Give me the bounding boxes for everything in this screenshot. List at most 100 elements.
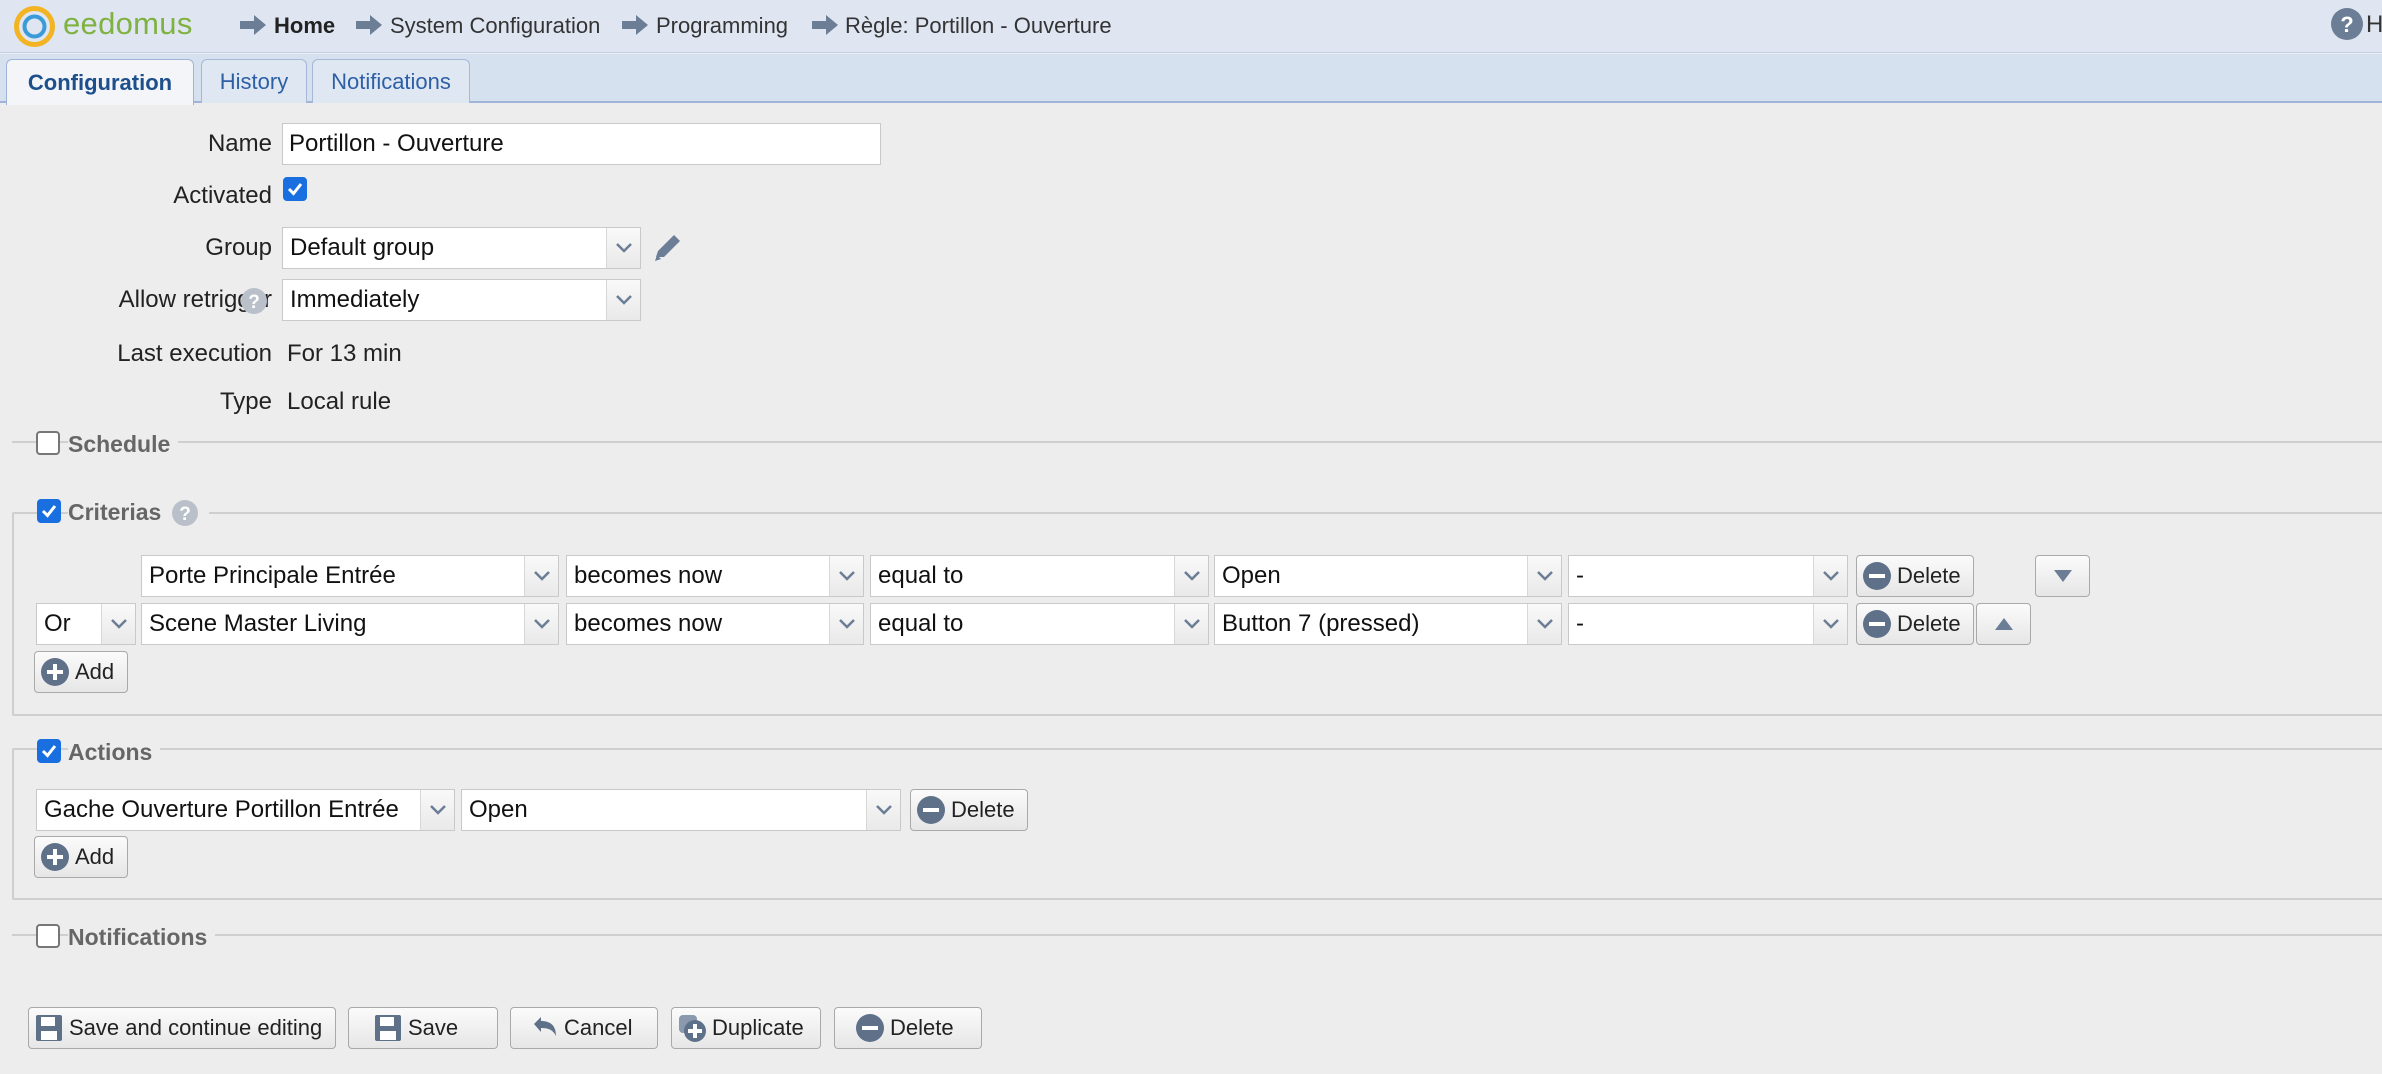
help-icon[interactable]: ? [2330, 7, 2364, 41]
chevron-down-icon [606, 280, 640, 320]
criteria-trigger-value: becomes now [574, 562, 723, 589]
retrigger-select[interactable]: Immediately [282, 279, 641, 321]
cancel-button[interactable]: Cancel [510, 1007, 658, 1049]
criteria-operator-select[interactable]: equal to [870, 603, 1209, 645]
save-button[interactable]: Save [348, 1007, 498, 1049]
top-bar: eedomus Home System Configuration Progra… [0, 0, 2382, 53]
floppy-disk-icon [36, 1015, 62, 1041]
delete-button[interactable]: Delete [834, 1007, 982, 1049]
move-up-button[interactable] [1976, 603, 2031, 645]
criteria-trigger-select[interactable]: becomes now [566, 555, 864, 597]
pencil-edit-icon[interactable] [650, 230, 686, 266]
activated-label: Activated [173, 182, 272, 209]
actions-checkbox[interactable] [37, 739, 61, 763]
chevron-down-icon [1527, 604, 1561, 644]
checkmark-icon [287, 183, 303, 196]
minus-circle-icon [856, 1014, 884, 1042]
last-execution-value: For 13 min [287, 340, 402, 367]
chevron-down-icon [1527, 556, 1561, 596]
chevron-down-icon [1174, 556, 1208, 596]
minus-circle-icon [1863, 562, 1891, 590]
criteria-value-value: Button 7 (pressed) [1222, 610, 1420, 637]
action-add-label: Add [75, 844, 115, 869]
eedomus-logo-icon [14, 6, 55, 47]
group-select-value: Default group [290, 234, 435, 261]
action-delete-label: Delete [951, 797, 1015, 822]
svg-text:?: ? [2340, 12, 2353, 37]
criteria-delete-label: Delete [1897, 563, 1961, 588]
criteria-device-select[interactable]: Scene Master Living [141, 603, 559, 645]
schedule-checkbox[interactable] [36, 431, 60, 455]
criteria-trigger-select[interactable]: becomes now [566, 603, 864, 645]
duplicate-label: Duplicate [712, 1015, 804, 1040]
breadcrumb-programming[interactable]: Programming [656, 13, 788, 39]
activated-checkbox[interactable] [283, 177, 307, 201]
minus-circle-icon [917, 796, 945, 824]
criteria-operator-value: equal to [878, 562, 964, 589]
criteria-delete-button[interactable]: Delete [1856, 603, 1974, 645]
minus-circle-icon [1863, 610, 1891, 638]
triangle-down-icon [2053, 570, 2072, 582]
duplicate-button[interactable]: Duplicate [671, 1007, 821, 1049]
save-and-continue-button[interactable]: Save and continue editing [28, 1007, 336, 1049]
group-select[interactable]: Default group [282, 227, 641, 269]
chevron-down-icon [829, 604, 863, 644]
notifications-legend: Notifications [68, 924, 216, 951]
criteria-extra-value: - [1576, 562, 1584, 589]
criteria-add-button[interactable]: Add [34, 651, 128, 693]
criteria-operator-select[interactable]: equal to [870, 555, 1209, 597]
schedule-divider [12, 441, 2382, 443]
criterias-checkbox[interactable] [37, 499, 61, 523]
criteria-delete-button[interactable]: Delete [1856, 555, 1974, 597]
arrow-right-icon [240, 15, 266, 35]
move-down-button[interactable] [2035, 555, 2090, 597]
tab-bar: Configuration History Notifications [0, 54, 2382, 105]
duplicate-icon [679, 1015, 706, 1042]
criteria-delete-label: Delete [1897, 611, 1961, 636]
save-label: Save [408, 1015, 459, 1040]
logo-text: eedomus [63, 6, 193, 41]
criteria-add-label: Add [75, 659, 115, 684]
notifications-divider [12, 934, 2382, 936]
tab-history[interactable]: History [201, 59, 307, 103]
breadcrumb-system-configuration[interactable]: System Configuration [390, 13, 600, 39]
arrow-right-icon [356, 15, 382, 35]
breadcrumb-home[interactable]: Home [274, 13, 335, 39]
arrow-right-icon [622, 15, 648, 35]
criteria-extra-select[interactable]: - [1568, 555, 1848, 597]
criteria-value-select[interactable]: Open [1214, 555, 1562, 597]
criteria-trigger-value: becomes now [574, 610, 723, 637]
criteria-value-select[interactable]: Button 7 (pressed) [1214, 603, 1562, 645]
name-input[interactable] [282, 123, 881, 165]
arrow-right-icon [812, 15, 838, 35]
notifications-checkbox[interactable] [36, 924, 60, 948]
criteria-connector-value: Or [44, 610, 71, 637]
checkmark-icon [41, 505, 57, 518]
name-label: Name [207, 130, 272, 157]
criteria-device-select[interactable]: Porte Principale Entrée [141, 555, 559, 597]
undo-icon [534, 1017, 556, 1036]
criteria-connector-select[interactable]: Or [36, 603, 136, 645]
action-add-button[interactable]: Add [34, 836, 128, 878]
breadcrumb-current-rule: Règle: Portillon - Ouverture [845, 13, 1112, 38]
last-execution-label: Last execution [117, 340, 272, 367]
chevron-down-icon [420, 790, 454, 830]
action-delete-button[interactable]: Delete [910, 789, 1028, 831]
chevron-down-icon [1174, 604, 1208, 644]
chevron-down-icon [1813, 556, 1847, 596]
tab-notifications[interactable]: Notifications [312, 59, 470, 103]
type-value: Local rule [287, 388, 392, 415]
floppy-disk-icon [375, 1015, 401, 1041]
help-icon[interactable]: ? [240, 287, 268, 315]
save-and-continue-label: Save and continue editing [69, 1015, 323, 1040]
criteria-extra-value: - [1576, 610, 1584, 637]
group-label: Group [205, 234, 272, 261]
criteria-extra-select[interactable]: - [1568, 603, 1848, 645]
help-link-text[interactable]: H [2366, 11, 2382, 39]
help-icon[interactable]: ? [171, 499, 199, 527]
retrigger-select-value: Immediately [290, 286, 420, 313]
chevron-down-icon [524, 556, 558, 596]
tab-configuration[interactable]: Configuration [6, 59, 194, 105]
action-value-select[interactable]: Open [461, 789, 901, 831]
action-device-select[interactable]: Gache Ouverture Portillon Entrée [36, 789, 455, 831]
